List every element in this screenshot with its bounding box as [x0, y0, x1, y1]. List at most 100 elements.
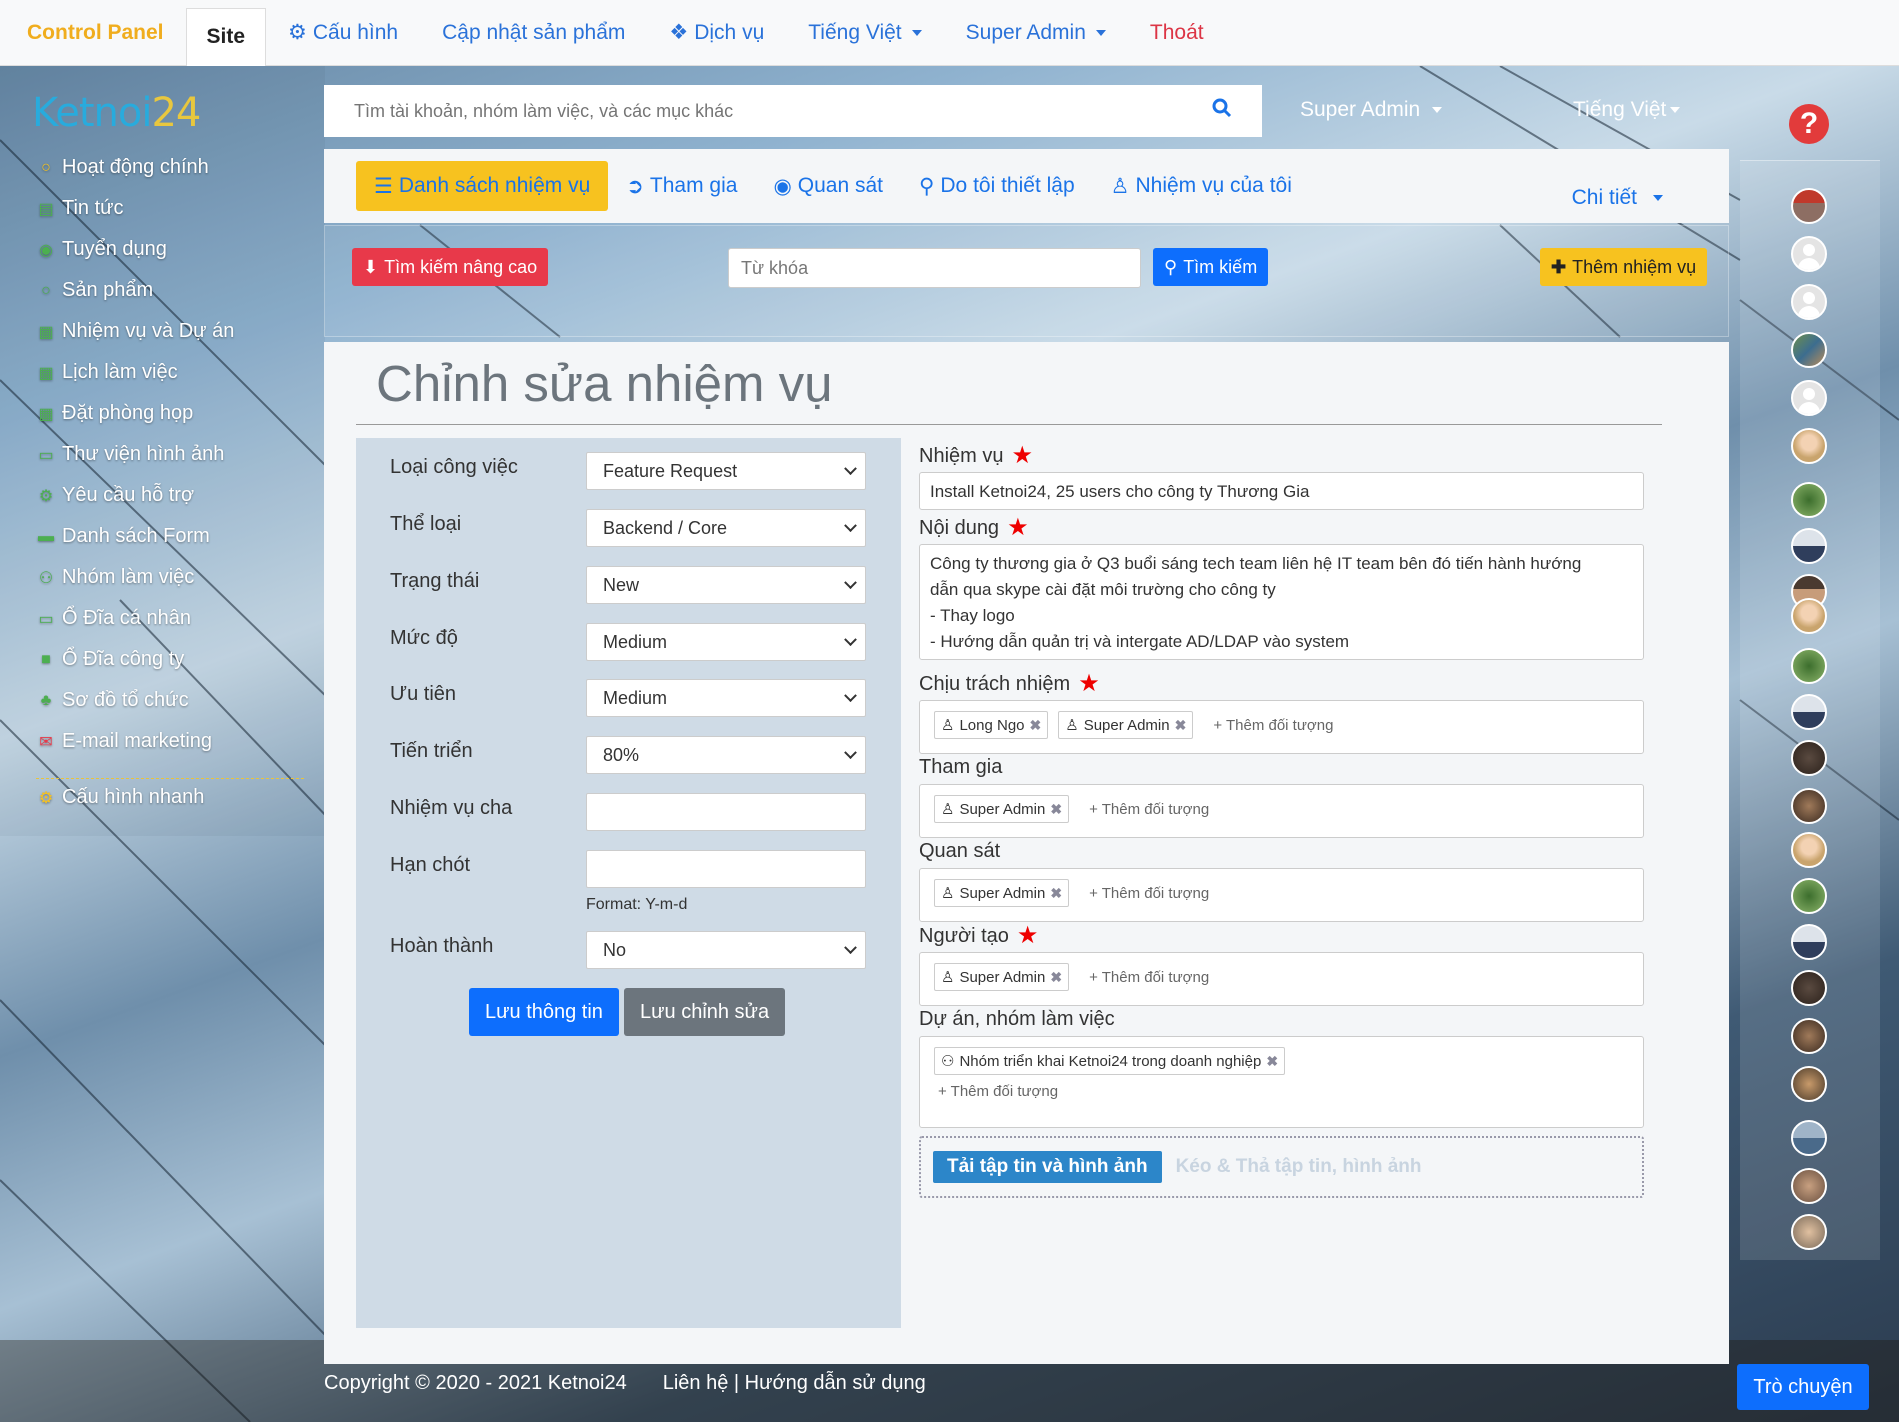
remove-icon[interactable]: ✖: [1266, 1053, 1278, 1070]
nav-user-dropdown[interactable]: Super Admin: [944, 0, 1128, 66]
remove-icon[interactable]: ✖: [1050, 969, 1062, 986]
user-avatar[interactable]: [1791, 1018, 1827, 1054]
field-label: Trạng thái: [390, 570, 480, 592]
header-user-dropdown[interactable]: Super Admin: [1300, 98, 1443, 122]
user-avatar[interactable]: [1791, 924, 1827, 960]
nav-services[interactable]: ❖ Dịch vụ: [647, 0, 786, 66]
add-responsible-link[interactable]: + Thêm đối tượng: [1203, 717, 1333, 734]
tab-detail-dropdown[interactable]: Chi tiết: [1554, 173, 1681, 223]
completed-select[interactable]: No: [586, 931, 866, 969]
task-name-input[interactable]: Install Ketnoi24, 25 users cho công ty T…: [919, 472, 1644, 510]
remove-icon[interactable]: ✖: [1050, 885, 1062, 902]
tab-created-by-me[interactable]: ⚲ Do tôi thiết lập: [901, 161, 1093, 211]
add-project-link[interactable]: + Thêm đối tượng: [934, 1083, 1058, 1100]
sidebar-item-org-chart[interactable]: ♣ Sơ đồ tổ chức: [36, 689, 189, 712]
category-select[interactable]: Backend / Core: [586, 509, 866, 547]
chat-button[interactable]: Trò chuyện: [1737, 1364, 1869, 1410]
sidebar-item-email-marketing[interactable]: ✉ E-mail marketing: [36, 730, 212, 753]
user-avatar[interactable]: [1791, 1066, 1827, 1102]
status-select[interactable]: New: [586, 566, 866, 604]
sidebar-item-workgroups[interactable]: ⚇ Nhóm làm việc: [36, 566, 194, 589]
severity-select[interactable]: Medium: [586, 623, 866, 661]
remove-icon[interactable]: ✖: [1050, 801, 1062, 818]
user-avatar[interactable]: [1791, 788, 1827, 824]
parent-task-input[interactable]: [586, 793, 866, 831]
sidebar-item-schedule[interactable]: ▦ Lịch làm việc: [36, 361, 177, 384]
content-line: - Hướng dẫn quản trị và intergate AD/LDA…: [930, 632, 1350, 651]
nav-site[interactable]: Site: [185, 7, 267, 66]
content-textarea[interactable]: Công ty thương gia ở Q3 buổi sáng tech t…: [919, 544, 1644, 660]
user-avatar[interactable]: [1791, 1214, 1827, 1250]
nav-logout[interactable]: Thoát: [1128, 0, 1226, 66]
priority-select[interactable]: Medium: [586, 679, 866, 717]
nav-language-dropdown[interactable]: Tiếng Việt: [786, 0, 943, 66]
tab-observing[interactable]: ◉ Quan sát: [755, 161, 901, 211]
user-avatar[interactable]: [1791, 428, 1827, 464]
control-panel-link[interactable]: Control Panel: [0, 21, 186, 45]
user-avatar[interactable]: [1791, 1120, 1827, 1156]
sidebar-item-company-drive[interactable]: ■ Ổ Đĩa công ty: [36, 648, 184, 671]
user-avatar[interactable]: [1791, 648, 1827, 684]
sidebar-item-label: Sản phẩm: [62, 279, 154, 301]
gear-icon: ⚙: [38, 487, 54, 505]
sidebar-item-forms[interactable]: ▬ Danh sách Form: [36, 525, 210, 548]
user-avatar[interactable]: [1791, 1168, 1827, 1204]
sidebar-item-news[interactable]: ▤ Tin tức: [36, 197, 124, 220]
tab-task-list[interactable]: ☰ Danh sách nhiệm vụ: [356, 161, 609, 211]
image-icon: ▭: [38, 446, 54, 464]
user-avatar[interactable]: [1791, 332, 1827, 368]
keyword-input[interactable]: Từ khóa: [728, 248, 1141, 288]
deadline-input[interactable]: [586, 850, 866, 888]
user-avatar[interactable]: [1791, 740, 1827, 776]
header-language-dropdown[interactable]: Tiếng Việt: [1573, 98, 1681, 122]
sidebar-item-label: Tin tức: [62, 197, 124, 219]
user-avatar[interactable]: [1791, 694, 1827, 730]
tab-my-tasks[interactable]: ♙ Nhiệm vụ của tôi: [1093, 161, 1310, 211]
user-avatar[interactable]: [1791, 832, 1827, 868]
sidebar-item-products[interactable]: ○ Sản phẩm: [36, 279, 153, 302]
progress-select[interactable]: 80%: [586, 736, 866, 774]
sidebar-item-personal-drive[interactable]: ▭ Ổ Đĩa cá nhân: [36, 607, 191, 630]
gear-icon: ⚙: [38, 789, 54, 807]
global-search-input[interactable]: [354, 100, 1212, 122]
tab-detail-label: Chi tiết: [1571, 186, 1637, 209]
sidebar-item-recruitment[interactable]: ◉ Tuyển dụng: [36, 238, 167, 261]
upload-files-button[interactable]: Tải tập tin và hình ảnh: [933, 1151, 1162, 1183]
user-avatar[interactable]: [1791, 482, 1827, 518]
search-icon[interactable]: [1212, 98, 1232, 124]
advanced-search-button[interactable]: ⬇ Tìm kiếm nâng cao: [352, 248, 549, 286]
nav-update-products[interactable]: Cập nhật sản phẩm: [420, 0, 647, 66]
work-type-select[interactable]: Feature Request: [586, 452, 866, 490]
required-star-icon: ★: [1078, 670, 1100, 697]
file-drop-zone[interactable]: Tải tập tin và hình ảnh Kéo & Thả tập ti…: [919, 1136, 1644, 1198]
nav-config[interactable]: ⚙ Cấu hình: [266, 0, 420, 66]
save-edit-button[interactable]: Lưu chỉnh sửa: [624, 988, 786, 1036]
user-avatar[interactable]: [1791, 380, 1827, 416]
user-avatar[interactable]: [1791, 598, 1827, 634]
sidebar-item-tasks-projects[interactable]: ▦ Nhiệm vụ và Dự án: [36, 320, 234, 343]
add-observer-link[interactable]: + Thêm đối tượng: [1079, 885, 1209, 902]
add-participant-link[interactable]: + Thêm đối tượng: [1079, 801, 1209, 818]
field-label: Loại công việc: [390, 456, 518, 478]
remove-icon[interactable]: ✖: [1030, 717, 1042, 734]
footer-links[interactable]: Liên hệ | Hướng dẫn sử dụng: [663, 1372, 926, 1395]
user-avatar[interactable]: [1791, 528, 1827, 564]
tab-participating[interactable]: ➲ Tham gia: [608, 161, 755, 211]
help-icon[interactable]: ?: [1789, 104, 1829, 144]
sidebar-item-quick-config[interactable]: ⚙ Cấu hình nhanh: [36, 786, 205, 809]
user-avatar[interactable]: [1791, 188, 1827, 224]
save-info-button[interactable]: Lưu thông tin: [469, 988, 619, 1036]
sidebar-item-gallery[interactable]: ▭ Thư viện hình ảnh: [36, 443, 224, 466]
user-avatar[interactable]: [1791, 970, 1827, 1006]
remove-icon[interactable]: ✖: [1175, 717, 1187, 734]
sidebar-item-meeting-room[interactable]: ▦ Đặt phòng họp: [36, 402, 193, 425]
sidebar-item-main-activity[interactable]: ○ Hoạt động chính: [36, 156, 209, 179]
user-avatar[interactable]: [1791, 236, 1827, 272]
user-avatar[interactable]: [1791, 284, 1827, 320]
sidebar-item-support[interactable]: ⚙ Yêu cầu hỗ trợ: [36, 484, 194, 507]
user-avatar[interactable]: [1791, 878, 1827, 914]
add-creator-link[interactable]: + Thêm đối tượng: [1079, 969, 1209, 986]
add-task-button[interactable]: ✚ Thêm nhiệm vụ: [1540, 248, 1708, 286]
field-label: Hoàn thành: [390, 935, 494, 957]
search-button[interactable]: ⚲ Tìm kiếm: [1153, 248, 1269, 286]
